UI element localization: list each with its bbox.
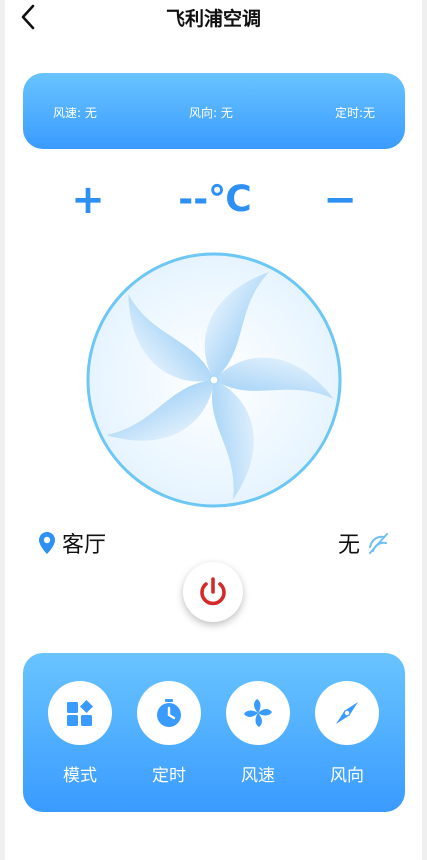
fan-illustration xyxy=(84,250,344,510)
function-panel: 模式 定时 风速 风向 xyxy=(23,653,405,812)
wind-direction-button[interactable]: 风向 xyxy=(315,681,379,786)
room-label: 客厅 xyxy=(62,533,107,558)
wind-direction-circle xyxy=(315,681,379,745)
timer-button[interactable]: 定时 xyxy=(137,681,201,786)
status-timer: 定时:无 xyxy=(334,106,375,120)
room-selector[interactable]: 客厅 xyxy=(38,527,106,559)
timer-icon xyxy=(157,699,181,727)
fan-speed-label: 风速 xyxy=(241,766,275,786)
compass-icon xyxy=(336,702,358,724)
fan-speed-circle xyxy=(226,681,290,745)
temperature-down-button[interactable]: − xyxy=(321,176,359,224)
timer-circle xyxy=(137,681,201,745)
status-card: 风速: 无 风向: 无 定时:无 xyxy=(23,73,405,149)
fan-speed-button[interactable]: 风速 xyxy=(226,681,290,786)
power-icon xyxy=(200,577,226,606)
mode-circle xyxy=(48,681,112,745)
temperature-display: --℃ xyxy=(178,179,252,220)
temperature-up-button[interactable]: + xyxy=(70,176,106,224)
status-speed: 风速: 无 xyxy=(53,106,97,120)
power-button[interactable] xyxy=(183,562,243,622)
left-edge xyxy=(0,0,5,860)
timer-label: 定时 xyxy=(152,766,186,786)
status-direction: 风向: 无 xyxy=(189,106,233,120)
swing-off-icon xyxy=(369,533,389,554)
mode-label: 模式 xyxy=(63,766,97,786)
location-pin-icon xyxy=(39,532,55,554)
mode-button[interactable]: 模式 xyxy=(48,681,112,786)
page-title: 飞利浦空调 xyxy=(165,8,261,30)
swing-label: 无 xyxy=(338,533,361,558)
mode-icon xyxy=(67,700,93,726)
swing-status[interactable]: 无 xyxy=(338,527,390,559)
right-edge xyxy=(422,0,427,860)
wind-direction-label: 风向 xyxy=(330,766,364,786)
fan-speed-icon xyxy=(244,699,272,727)
